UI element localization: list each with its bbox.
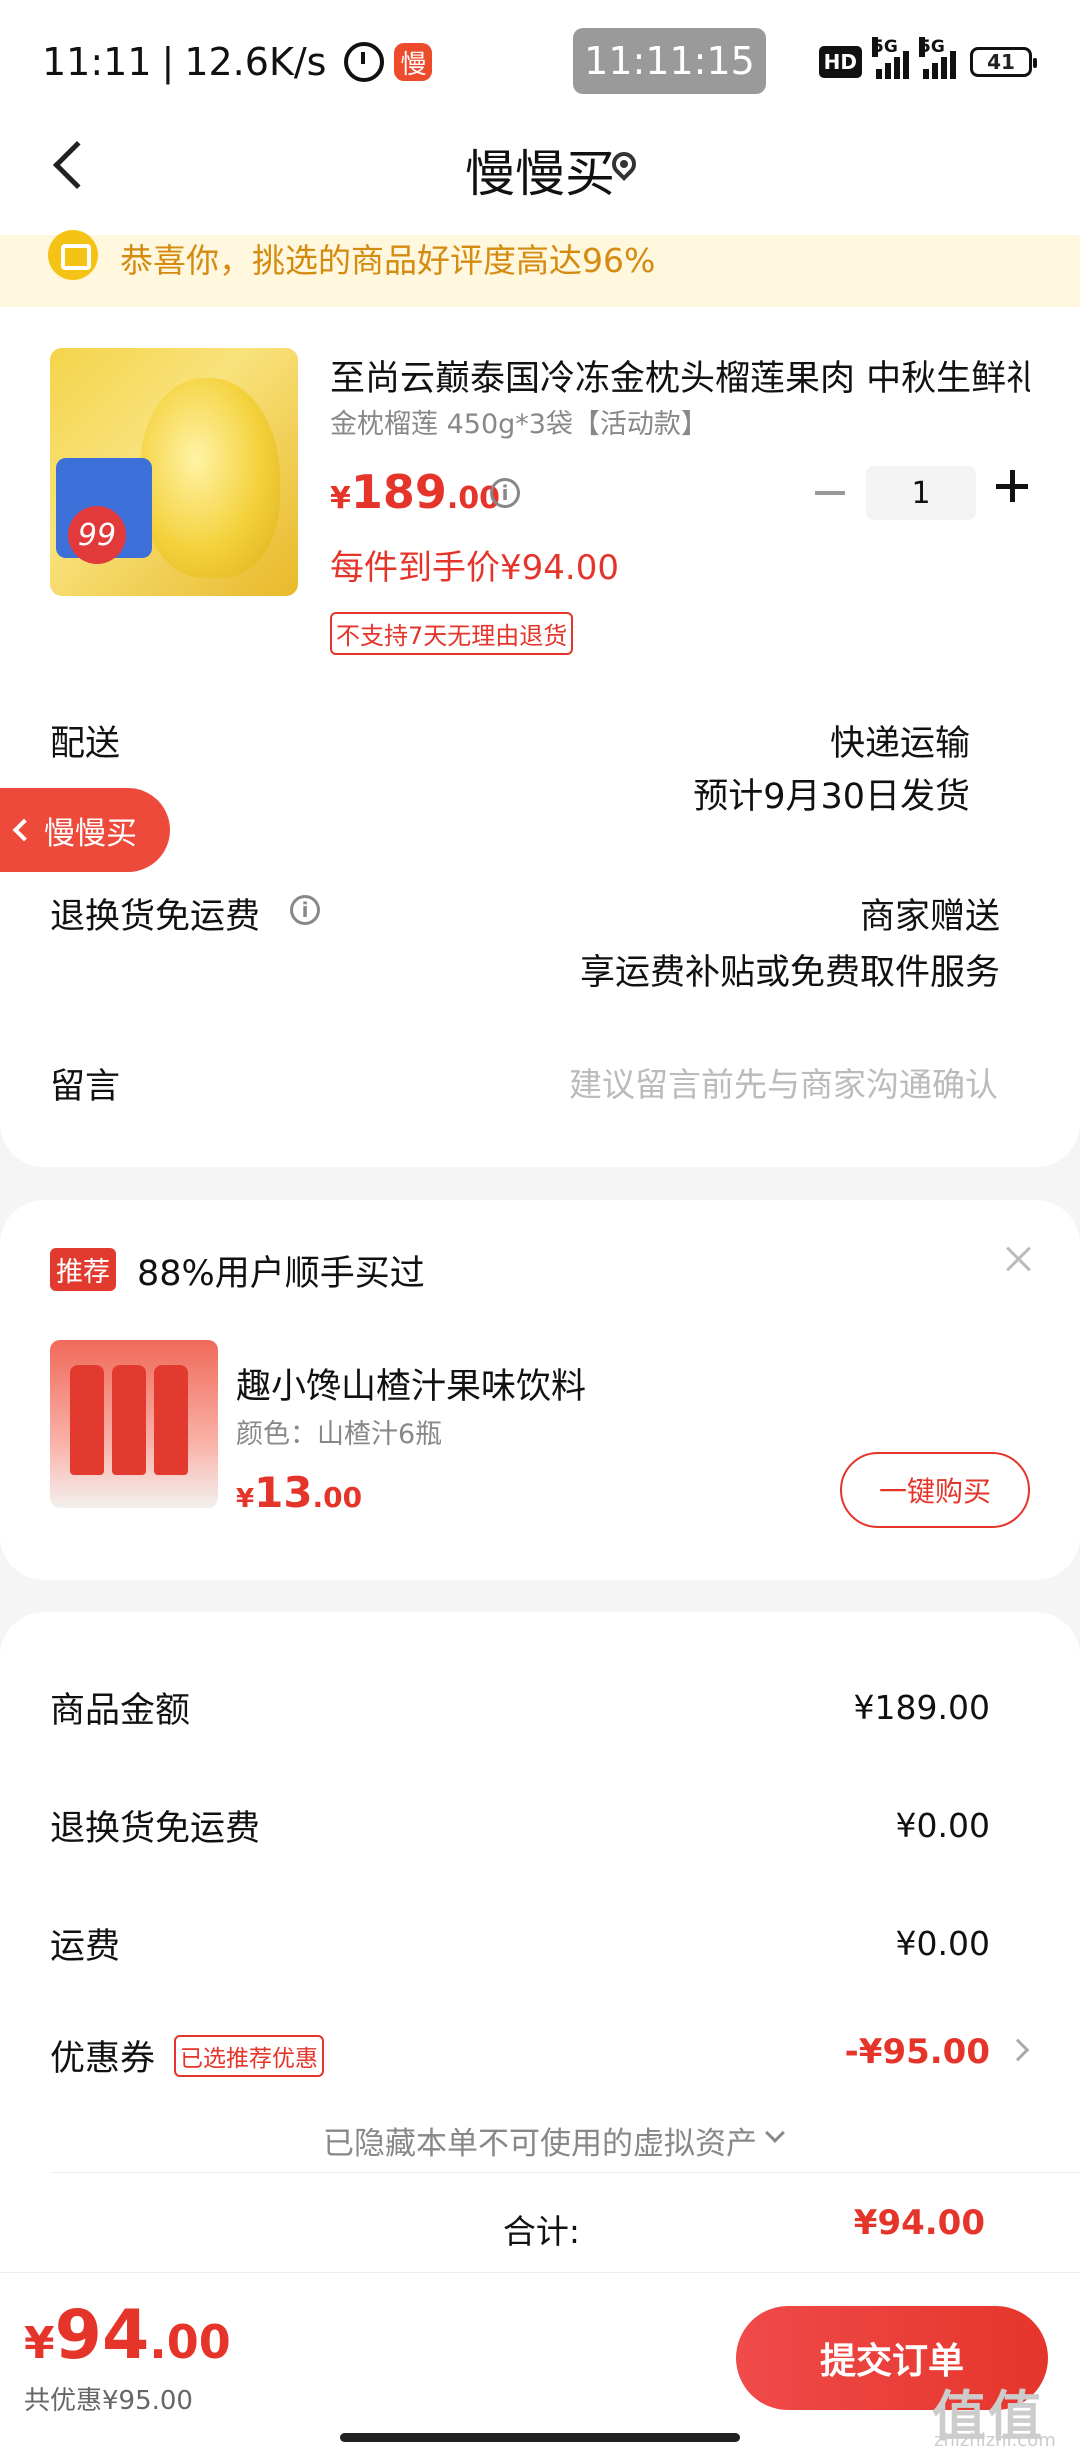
watermark-url: zhizhizhi.com — [934, 2430, 1056, 2451]
clock-overlay: 11:11:15 — [573, 28, 766, 94]
goods-amount-label: 商品金额 — [50, 1691, 191, 1731]
goods-amount-value: ¥189.00 — [853, 1688, 990, 1727]
freight-label: 运费 — [50, 1927, 121, 1967]
battery-icon: 41 — [970, 47, 1037, 77]
status-left: 11:11 | 12.6K/s 慢 — [42, 40, 433, 84]
recommend-title: 88%用户顺手买过 — [137, 1254, 425, 1294]
delivery-eta: 预计9月30日发货 — [693, 777, 970, 817]
divider — [50, 2172, 1080, 2173]
signal-icon-2: 5G — [919, 37, 956, 79]
thumbs-up-icon — [48, 230, 98, 280]
recommend-item-name[interactable]: 趣小馋山楂汁果味饮料 — [236, 1358, 586, 1409]
coupon-value[interactable]: -¥95.00 — [845, 2032, 990, 2072]
close-icon[interactable] — [1005, 1245, 1033, 1273]
return-freight-value: 商家赠送 — [859, 897, 1000, 937]
delivery-method[interactable]: 快递运输 — [830, 715, 970, 766]
product-spec[interactable]: 金枕榴莲 450g*3袋【活动款】 — [330, 402, 708, 441]
status-right: HD 5G 5G 41 — [818, 37, 1037, 79]
return-freight-summary-value: ¥0.00 — [895, 1806, 990, 1845]
total-value: ¥94.00 — [853, 2203, 985, 2243]
each-price: 每件到手价¥94.00 — [330, 548, 619, 588]
recommend-thumbnail[interactable] — [50, 1340, 218, 1508]
return-freight-detail: 享运费补贴或免费取件服务 — [579, 953, 1000, 993]
delivery-label: 配送 — [50, 724, 121, 764]
product-price: ¥ 189 .00 — [330, 465, 501, 519]
return-freight-summary-label: 退换货免运费 — [50, 1809, 261, 1849]
signal-icon: 5G — [872, 37, 909, 79]
chevron-left-icon — [12, 818, 36, 842]
return-freight-label: 退换货免运费 — [50, 897, 261, 937]
banner-text: 恭喜你，挑选的商品好评度高达96% — [120, 241, 656, 280]
product-thumbnail[interactable]: 99 — [50, 348, 298, 596]
recommend-item-spec: 颜色：山楂汁6瓶 — [236, 1419, 443, 1450]
page-title: 慢慢买 — [465, 145, 615, 203]
return-policy-tag: 不支持7天无理由退货 — [330, 612, 574, 655]
floating-back-tab[interactable]: 慢慢买 — [0, 788, 170, 872]
recommend-item-price: ¥ 13 .00 — [236, 1468, 363, 1517]
total-label: 合计: — [502, 2212, 580, 2251]
alarm-icon — [344, 42, 385, 82]
coupon-label[interactable]: 优惠券 — [50, 2030, 155, 2081]
saved-amount: 共优惠¥95.00 — [24, 2386, 193, 2416]
increase-quantity-button[interactable] — [996, 470, 1028, 502]
app-notification-icon: 慢 — [394, 43, 433, 81]
quantity-field[interactable]: 1 — [866, 466, 976, 520]
price-info-icon[interactable]: i — [490, 478, 520, 508]
status-time: 11:11 — [42, 40, 152, 84]
return-freight-info-icon[interactable]: i — [290, 895, 320, 925]
home-indicator[interactable] — [340, 2433, 740, 2442]
product-title[interactable]: 至尚云巅泰国冷冻金枕头榴莲果肉 中秋生鲜礼盒 — [330, 350, 1030, 401]
freight-value: ¥0.00 — [895, 1924, 990, 1963]
hd-voice-icon: HD — [818, 46, 862, 78]
remark-input[interactable]: 建议留言前先与商家沟通确认 — [569, 1058, 998, 1106]
hidden-assets-toggle[interactable]: 已隐藏本单不可使用的虚拟资产 — [0, 2118, 1080, 2163]
remark-label: 留言 — [50, 1067, 121, 1107]
coupon-tag: 已选推荐优惠 — [174, 2035, 324, 2077]
checkout-price: ¥ 94 .00 — [24, 2296, 231, 2375]
recommend-badge: 推荐 — [50, 1248, 116, 1291]
quick-buy-button[interactable]: 一键购买 — [840, 1452, 1030, 1528]
decrease-quantity-button[interactable] — [815, 491, 845, 495]
network-speed: 12.6K/s — [184, 40, 327, 84]
